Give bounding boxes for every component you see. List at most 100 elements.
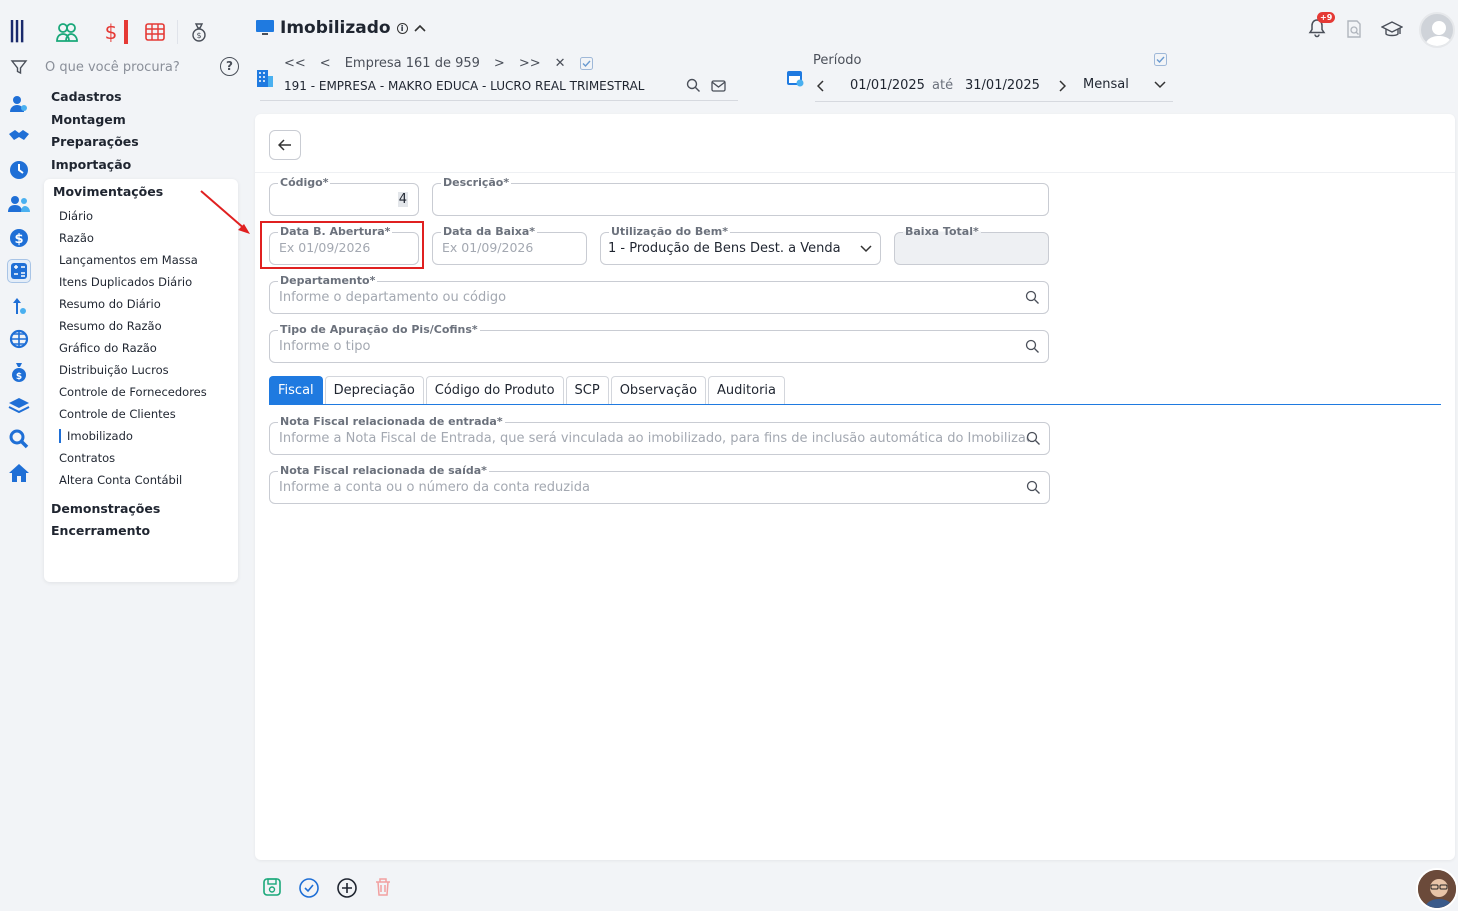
person-settings-icon[interactable] [7, 92, 31, 116]
back-button[interactable] [269, 130, 301, 160]
tipo-apuracao-input[interactable]: Informe o tipo [279, 339, 371, 354]
nf-saida-input[interactable]: Informe a conta ou o número da conta red… [279, 480, 590, 495]
tab-codigo-produto[interactable]: Código do Produto [425, 376, 564, 404]
periodo-end[interactable]: 31/01/2025 [965, 78, 1040, 93]
growth-icon[interactable] [7, 294, 31, 318]
empresa-search-icon[interactable] [686, 78, 701, 93]
periodo-prev-icon[interactable] [817, 80, 825, 92]
menu-item-grafico-razao[interactable]: Gráfico do Razão [59, 341, 157, 355]
menu-movimentacoes[interactable]: Movimentações [53, 184, 163, 199]
assistant-avatar[interactable] [1416, 868, 1458, 910]
menu-item-altera-conta[interactable]: Altera Conta Contábil [59, 473, 182, 487]
tab-observacao[interactable]: Observação [610, 376, 707, 404]
empresa-close-button[interactable]: ✕ [555, 56, 566, 71]
menu-montagem[interactable]: Montagem [51, 112, 126, 127]
user-avatar[interactable] [1419, 12, 1455, 48]
users-icon[interactable] [7, 192, 31, 216]
menu-encerramento[interactable]: Encerramento [51, 523, 150, 538]
empresa-first-button[interactable]: << [284, 56, 306, 71]
menu-item-razao[interactable]: Razão [59, 231, 94, 245]
menu-item-contratos[interactable]: Contratos [59, 451, 115, 465]
search-icon[interactable] [1026, 431, 1041, 446]
codigo-field[interactable]: Código* 4 [269, 176, 419, 216]
filter-icon[interactable] [10, 58, 28, 76]
menu-importacao[interactable]: Importação [51, 157, 131, 172]
menu-preparacoes[interactable]: Preparações [51, 134, 139, 149]
chevron-up-icon[interactable] [414, 24, 426, 32]
bottom-actions [262, 877, 392, 899]
utilizacao-value[interactable]: 1 - Produção de Bens Dest. a Venda [608, 241, 841, 256]
periodo-mode[interactable]: Mensal [1083, 77, 1129, 92]
tab-auditoria[interactable]: Auditoria [708, 376, 786, 404]
menu-item-controle-clientes[interactable]: Controle de Clientes [59, 407, 176, 421]
nf-entrada-input[interactable]: Informe a Nota Fiscal de Entrada, que se… [279, 431, 1029, 446]
descricao-field[interactable]: Descrição* [432, 176, 1049, 216]
menu-item-resumo-razao[interactable]: Resumo do Razão [59, 319, 162, 333]
empresa-actions [686, 78, 726, 93]
nf-entrada-field[interactable]: Nota Fiscal relacionada de entrada* Info… [269, 415, 1050, 455]
search-icon[interactable] [1026, 480, 1041, 495]
app-logo[interactable]: ||| [8, 18, 26, 43]
empresa-counter: Empresa 161 de 959 [344, 56, 480, 71]
periodo-next-icon[interactable] [1058, 80, 1066, 92]
calendar-icon[interactable] [786, 68, 804, 87]
empresa-prev-button[interactable]: < [320, 56, 331, 71]
tipo-apuracao-field[interactable]: Tipo de Apuração do Pis/Cofins* Informe … [269, 323, 1049, 363]
clock-icon[interactable] [7, 158, 31, 182]
empresa-checkbox[interactable] [579, 57, 593, 70]
periodo-start[interactable]: 01/01/2025 [850, 78, 925, 93]
money-bag-icon[interactable]: $ [7, 360, 31, 384]
tab-underline [269, 404, 1441, 405]
search-rail-icon[interactable] [7, 427, 31, 451]
search-icon[interactable] [1025, 290, 1040, 305]
departamento-input[interactable]: Informe o departamento ou código [279, 290, 506, 305]
tab-fiscal[interactable]: Fiscal [269, 376, 323, 404]
data-baixa-field[interactable]: Data da Baixa* Ex 01/09/2026 [432, 225, 587, 265]
empresa-next-button[interactable]: > [494, 56, 505, 71]
chevron-down-icon[interactable] [860, 245, 872, 253]
menu-item-imobilizado[interactable]: Imobilizado [59, 429, 133, 443]
tab-depreciacao[interactable]: Depreciação [324, 376, 424, 404]
global-search[interactable]: O que você procura? ? [45, 56, 240, 78]
empresa-mail-icon[interactable] [711, 78, 726, 93]
add-circle-icon[interactable] [336, 877, 358, 899]
menu-item-distribuicao-lucros[interactable]: Distribuição Lucros [59, 363, 169, 377]
money-bag-shortcut-icon[interactable]: $ [184, 18, 214, 46]
baixa-total-field: Baixa Total* [894, 225, 1049, 265]
utilizacao-bem-select[interactable]: Utilização do Bem* 1 - Produção de Bens … [600, 225, 881, 265]
menu-item-itens-duplicados[interactable]: Itens Duplicados Diário [59, 275, 192, 289]
dollar-shortcut-icon[interactable]: $ [96, 18, 128, 46]
departamento-field[interactable]: Departamento* Informe o departamento ou … [269, 274, 1049, 314]
help-icon[interactable]: ? [220, 57, 239, 76]
tab-scp[interactable]: SCP [565, 376, 609, 404]
menu-item-diario[interactable]: Diário [59, 209, 93, 223]
graduation-cap-icon[interactable] [1381, 21, 1403, 39]
empresa-last-button[interactable]: >> [519, 56, 541, 71]
empresa-name[interactable]: 191 - EMPRESA - MAKRO EDUCA - LUCRO REAL… [284, 79, 644, 93]
handshake-icon[interactable] [7, 124, 31, 148]
globe-icon[interactable] [7, 327, 31, 351]
home-icon[interactable] [7, 461, 31, 485]
menu-demonstracoes[interactable]: Demonstrações [51, 501, 160, 516]
save-icon[interactable] [262, 877, 282, 897]
people-shortcut-icon[interactable] [52, 18, 82, 46]
codigo-value[interactable]: 4 [397, 192, 408, 207]
nf-saida-field[interactable]: Nota Fiscal relacionada de saída* Inform… [269, 464, 1050, 504]
info-icon[interactable]: i [396, 22, 408, 34]
search-placeholder[interactable]: O que você procura? [45, 60, 180, 75]
data-baixa-input[interactable]: Ex 01/09/2026 [442, 240, 533, 255]
menu-item-lancamentos-massa[interactable]: Lançamentos em Massa [59, 253, 198, 267]
menu-item-controle-fornecedores[interactable]: Controle de Fornecedores [59, 385, 207, 399]
menu-item-resumo-diario[interactable]: Resumo do Diário [59, 297, 161, 311]
search-icon[interactable] [1025, 339, 1040, 354]
report-search-icon[interactable] [1346, 20, 1362, 38]
periodo-checkbox[interactable] [1154, 53, 1167, 66]
periodo-mode-chevron-icon[interactable] [1154, 81, 1166, 89]
spreadsheet-shortcut-icon[interactable] [140, 18, 178, 46]
check-circle-icon[interactable] [298, 877, 320, 899]
menu-cadastros[interactable]: Cadastros [51, 89, 122, 104]
layers-icon[interactable] [7, 394, 31, 418]
dollar-icon[interactable]: $ [7, 226, 31, 250]
calculator-icon[interactable] [7, 259, 31, 283]
trash-icon[interactable] [374, 877, 392, 897]
